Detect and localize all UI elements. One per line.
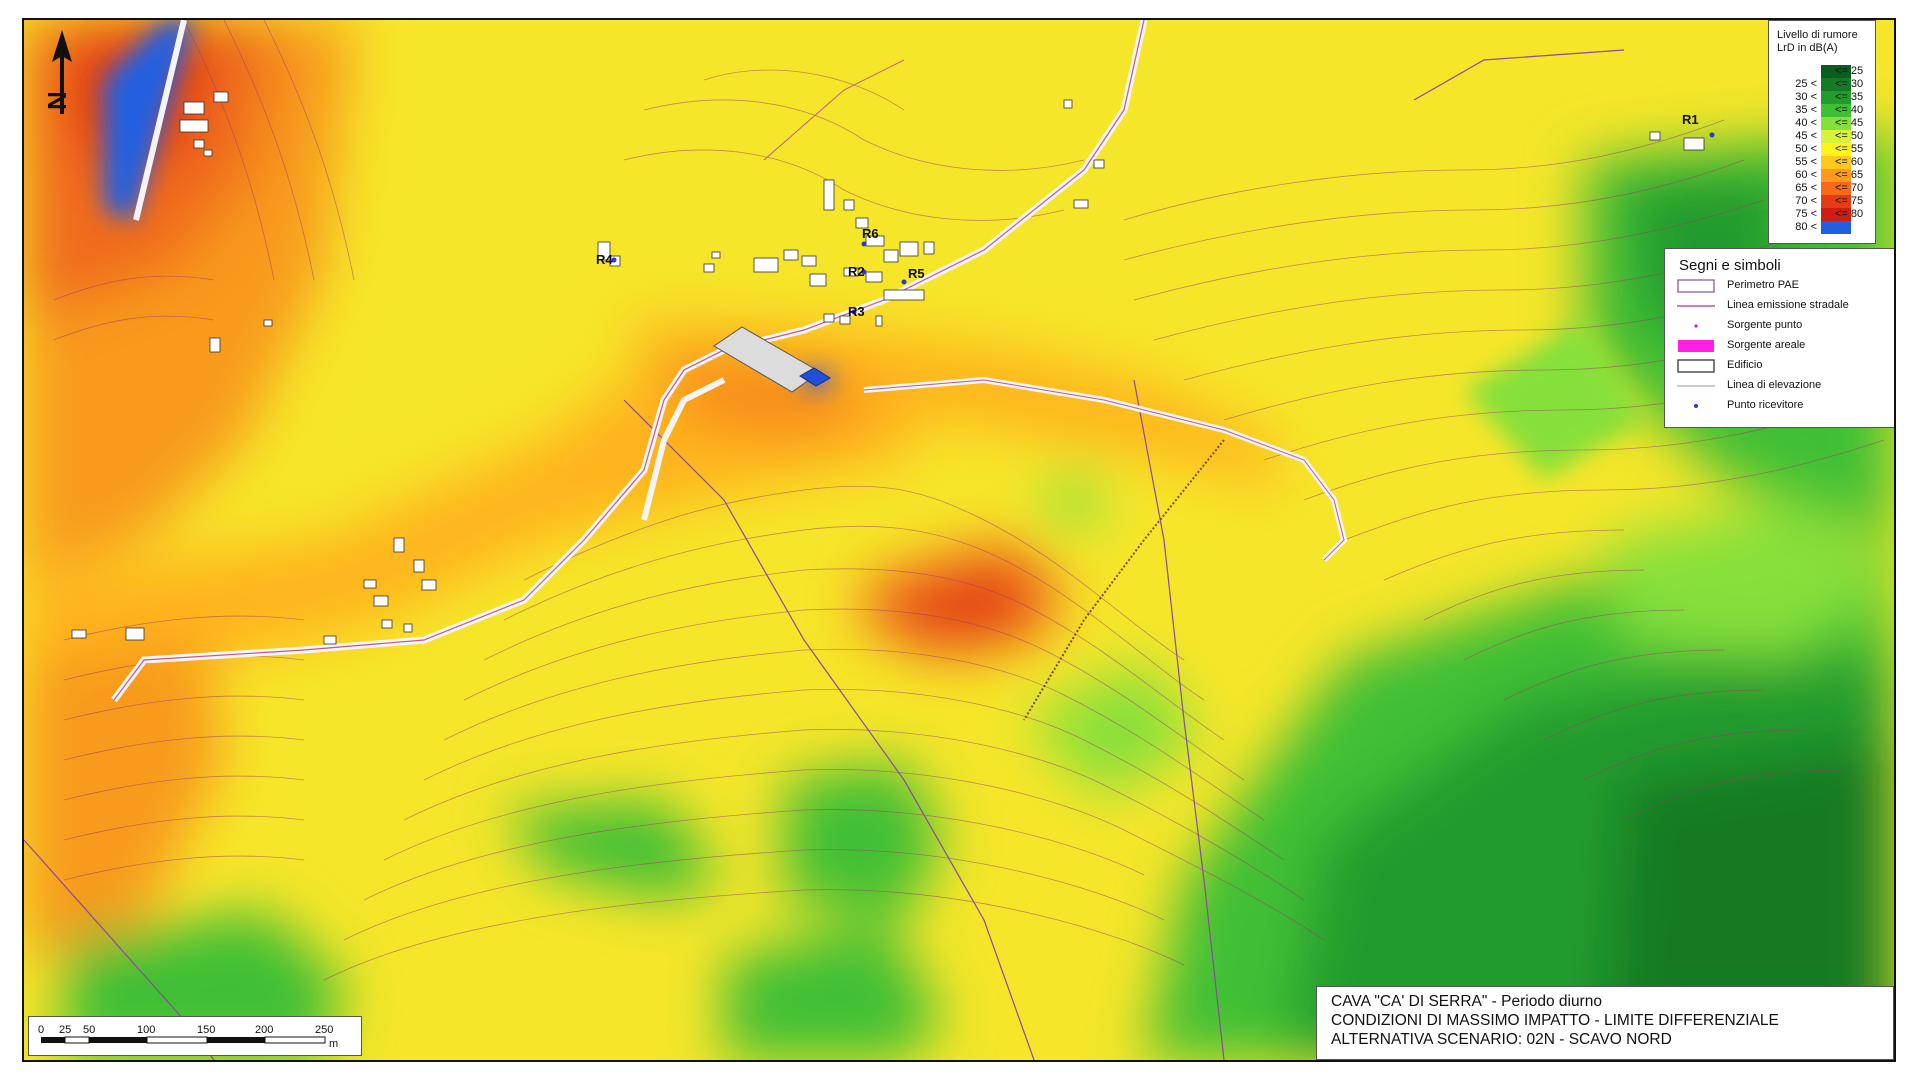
perimeter-icon: [1677, 279, 1715, 293]
noise-class-lower: 55 <: [1795, 156, 1817, 168]
scale-bar-segments: [41, 1036, 326, 1044]
map-title-box: CAVA "CA' DI SERRA" - Periodo diurno CON…: [1316, 986, 1894, 1060]
scale-tick-label: 0: [38, 1024, 44, 1036]
noise-map[interactable]: [24, 20, 1894, 1060]
north-arrow: N: [42, 30, 80, 116]
receiver-label-r5: R5: [908, 266, 925, 281]
noise-class-row: 45 < <= 50: [1769, 130, 1877, 143]
noise-class-upper: <= 65: [1835, 169, 1864, 181]
noise-class-upper: <= 75: [1835, 195, 1864, 207]
noise-class-row: 50 < <= 55: [1769, 143, 1877, 156]
symbols-legend: Segni e simboli Perimetro PAE Linea emis…: [1664, 248, 1894, 428]
noise-field: [24, 20, 1894, 1060]
noise-class-lower: 35 <: [1795, 104, 1817, 116]
noise-class-lower: 65 <: [1795, 182, 1817, 194]
receiver-label-r1: R1: [1682, 112, 1699, 127]
noise-class-row: 30 < <= 35: [1769, 91, 1877, 104]
title-line-1: CAVA "CA' DI SERRA" - Periodo diurno: [1331, 993, 1602, 1010]
noise-class-lower: 40 <: [1795, 117, 1817, 129]
receiver-label-r6: R6: [862, 226, 879, 241]
symbols-legend-title: Segni e simboli: [1679, 257, 1781, 274]
legend-item-building: Edificio: [1677, 357, 1887, 375]
noise-class-swatch: [1821, 221, 1851, 234]
legend-item-label: Edificio: [1727, 359, 1763, 371]
noise-class-row: 65 < <= 70: [1769, 182, 1877, 195]
legend-item-label: Perimetro PAE: [1727, 279, 1799, 291]
area-source-icon: [1678, 340, 1714, 352]
receiver-label-r3: R3: [848, 304, 865, 319]
noise-class-lower: 70 <: [1795, 195, 1817, 207]
legend-item-road-line: Linea emissione stradale: [1677, 297, 1887, 315]
receiver-label-r2: R2: [848, 264, 865, 279]
noise-class-lower: 30 <: [1795, 91, 1817, 103]
noise-class-upper: <= 50: [1835, 130, 1864, 142]
legend-item-label: Sorgente areale: [1727, 339, 1806, 351]
receiver-label-r4: R4: [596, 252, 613, 267]
noise-class-row: 75 < <= 80: [1769, 208, 1877, 221]
noise-class-lower: 60 <: [1795, 169, 1817, 181]
noise-class-upper: <= 80: [1835, 208, 1864, 220]
noise-class-lower: 50 <: [1795, 143, 1817, 155]
noise-level-legend: Livello di rumore LrD in dB(A) <= 25 25 <…: [1768, 20, 1876, 244]
scale-tick-label: 25: [59, 1024, 71, 1036]
noise-class-lower: 45 <: [1795, 130, 1817, 142]
legend-item-perimeter: Perimetro PAE: [1677, 277, 1887, 295]
legend-item-label: Linea emissione stradale: [1727, 299, 1849, 311]
noise-class-upper: <= 30: [1835, 78, 1864, 90]
noise-legend-title: Livello di rumore: [1777, 29, 1858, 41]
legend-item-label: Linea di elevazione: [1727, 379, 1822, 391]
legend-item-label: Sorgente punto: [1727, 319, 1803, 331]
legend-item-area-source: Sorgente areale: [1677, 337, 1887, 355]
noise-class-row: 40 < <= 45: [1769, 117, 1877, 130]
noise-class-row: 35 < <= 40: [1769, 104, 1877, 117]
legend-item-point-source: Sorgente punto: [1677, 317, 1887, 335]
noise-class-row: 60 < <= 65: [1769, 169, 1877, 182]
noise-class-upper: <= 45: [1835, 117, 1864, 129]
noise-class-upper: <= 35: [1835, 91, 1864, 103]
receiver-point-icon: [1694, 404, 1698, 408]
legend-item-receiver-point: Punto ricevitore: [1677, 397, 1887, 415]
noise-legend-subtitle: LrD in dB(A): [1777, 42, 1838, 54]
road-line-icon: [1677, 305, 1715, 307]
noise-class-lower: 80 <: [1795, 221, 1817, 233]
scale-tick-label: 200: [255, 1024, 273, 1036]
scale-tick-label: 100: [137, 1024, 155, 1036]
building-icon: [1677, 359, 1715, 373]
noise-class-upper: <= 55: [1835, 143, 1864, 155]
noise-class-row: 25 < <= 30: [1769, 78, 1877, 91]
scale-tick-label: 150: [197, 1024, 215, 1036]
scale-unit-label: m: [329, 1038, 338, 1050]
legend-item-elevation-line: Linea di elevazione: [1677, 377, 1887, 395]
elevation-line-icon: [1677, 385, 1715, 387]
scale-bar: 0 25 50 100 150 200 250 m: [28, 1016, 362, 1056]
noise-class-row: 80 <: [1769, 221, 1877, 234]
noise-class-upper: <= 40: [1835, 104, 1864, 116]
map-frame: R1 R2 R3 R4 R5 R6 N Livello di rumore Lr…: [22, 18, 1896, 1062]
noise-class-lower: 25 <: [1795, 78, 1817, 90]
scale-tick-label: 250: [315, 1024, 333, 1036]
title-line-3: ALTERNATIVA SCENARIO: 02N - SCAVO NORD: [1331, 1031, 1672, 1048]
point-source-icon: [1694, 324, 1698, 328]
noise-class-upper: <= 70: [1835, 182, 1864, 194]
title-line-2: CONDIZIONI DI MASSIMO IMPATTO - LIMITE D…: [1331, 1012, 1779, 1029]
noise-class-row: 70 < <= 75: [1769, 195, 1877, 208]
legend-item-label: Punto ricevitore: [1727, 399, 1804, 411]
noise-class-lower: 75 <: [1795, 208, 1817, 220]
noise-class-row: 55 < <= 60: [1769, 156, 1877, 169]
scale-tick-label: 50: [83, 1024, 95, 1036]
noise-class-upper: <= 60: [1835, 156, 1864, 168]
north-arrow-label: N: [44, 91, 72, 110]
noise-class-upper: <= 25: [1835, 65, 1864, 77]
noise-class-row: <= 25: [1769, 65, 1877, 78]
